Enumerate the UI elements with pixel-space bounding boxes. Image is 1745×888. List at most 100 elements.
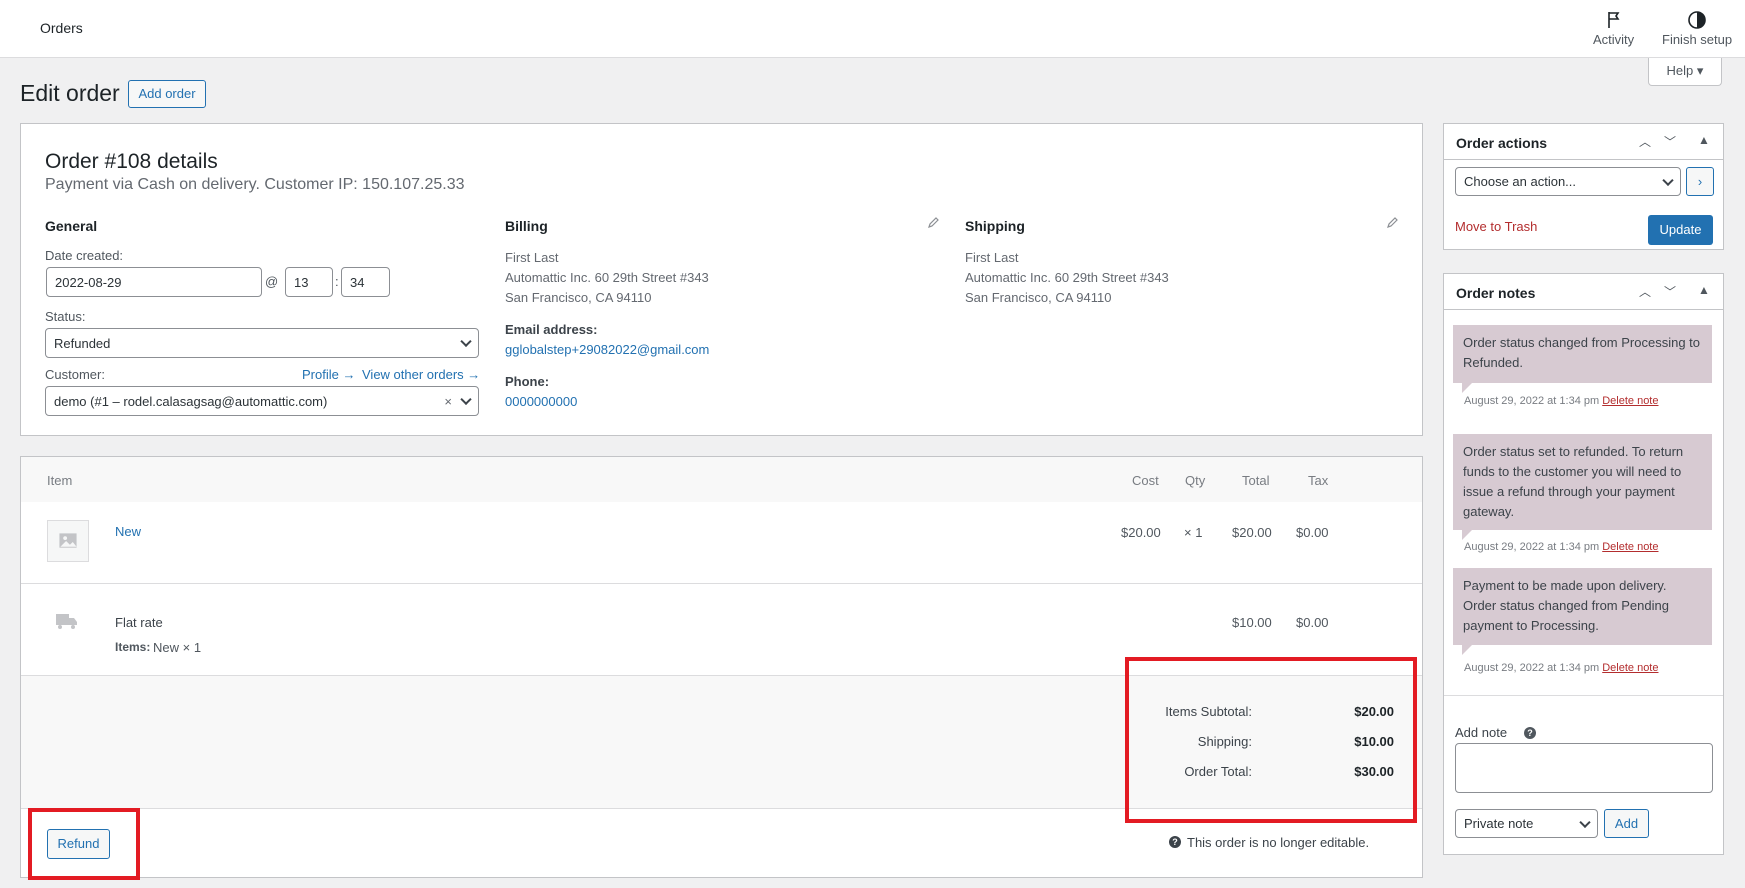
shipping-heading: Shipping	[965, 218, 1025, 234]
at-sign: @	[265, 274, 279, 289]
chevron-down-icon	[1662, 174, 1674, 186]
product-cost: $20.00	[1121, 525, 1161, 540]
customer-select[interactable]: demo (#1 – rodel.calasagsag@automattic.c…	[45, 386, 479, 416]
product-thumbnail	[47, 520, 89, 562]
order-subheading: Payment via Cash on delivery. Customer I…	[45, 176, 465, 193]
shipping-items-label: Items:	[115, 640, 151, 654]
product-total: $20.00	[1232, 525, 1272, 540]
image-placeholder-icon	[59, 533, 77, 548]
move-up-icon[interactable]: ︿	[1639, 283, 1651, 300]
not-editable-text: This order is no longer editable.	[1187, 835, 1370, 850]
billing-phone-link[interactable]: 0000000000	[505, 394, 577, 409]
shipping-address-line2: San Francisco, CA 94110	[965, 290, 1112, 305]
customer-value: demo (#1 – rodel.calasagsag@automattic.c…	[54, 393, 328, 409]
help-tip-icon[interactable]: ?	[1524, 727, 1536, 739]
billing-address-line2: San Francisco, CA 94110	[505, 290, 652, 305]
customer-label: Customer:	[45, 367, 105, 382]
order-notes-header: Order notes ︿ ﹀ ▲	[1444, 274, 1723, 310]
note-date: August 29, 2022 at 1:34 pm	[1464, 395, 1600, 407]
add-order-button[interactable]: Add order	[128, 80, 206, 108]
move-to-trash-link[interactable]: Move to Trash	[1455, 219, 1537, 234]
help-tab[interactable]: Help ▾	[1648, 58, 1722, 86]
order-actions-box: Order actions ︿ ﹀ ▲ Choose an action... …	[1443, 123, 1724, 250]
note-date: August 29, 2022 at 1:34 pm	[1464, 662, 1600, 674]
time-colon: :	[335, 274, 339, 289]
order-note: Payment to be made upon delivery. Order …	[1453, 568, 1712, 645]
order-notes-title: Order notes	[1456, 285, 1536, 301]
status-select[interactable]: Refunded	[45, 328, 479, 358]
move-down-icon[interactable]: ﹀	[1664, 283, 1676, 300]
flag-icon	[1607, 12, 1620, 28]
order-action-select[interactable]: Choose an action...	[1455, 167, 1681, 196]
chevron-down-icon	[1579, 816, 1591, 828]
edit-billing-icon[interactable]	[927, 217, 939, 229]
note-meta: August 29, 2022 at 1:34 pm Delete note	[1464, 541, 1658, 553]
collapse-icon[interactable]: ▲	[1698, 133, 1710, 147]
item-column-header: Item	[47, 473, 73, 488]
delete-note-link[interactable]: Delete note	[1602, 541, 1658, 553]
help-label: Help	[1666, 63, 1694, 78]
delete-note-link[interactable]: Delete note	[1602, 395, 1658, 407]
collapse-icon[interactable]: ▲	[1698, 283, 1710, 297]
activity-label: Activity	[1593, 32, 1635, 47]
not-editable-notice: ? This order is no longer editable.	[1169, 835, 1370, 850]
note-tail	[1462, 530, 1472, 540]
order-note: Order status changed from Processing to …	[1453, 325, 1712, 383]
edit-shipping-icon[interactable]	[1386, 217, 1398, 229]
qty-column-header: Qty	[1185, 473, 1206, 488]
status-value: Refunded	[54, 335, 111, 351]
activity-button[interactable]: Activity	[1593, 10, 1634, 47]
row-divider	[21, 583, 1422, 584]
move-up-icon[interactable]: ︿	[1639, 133, 1651, 150]
date-created-input[interactable]: 2022-08-29	[46, 267, 262, 297]
chevron-down-icon	[460, 335, 472, 348]
finish-setup-label: Finish setup	[1662, 32, 1733, 47]
billing-heading: Billing	[505, 218, 548, 234]
status-label: Status:	[45, 309, 86, 324]
product-name-link[interactable]: New	[115, 524, 141, 539]
note-tail	[1462, 645, 1472, 655]
truck-icon	[56, 614, 77, 629]
update-button[interactable]: Update	[1648, 215, 1713, 245]
finish-setup-button[interactable]: Finish setup	[1662, 10, 1732, 47]
billing-name: First Last	[505, 250, 559, 265]
order-action-value: Choose an action...	[1464, 174, 1577, 189]
order-notes-box: Order notes ︿ ﹀ ▲ Order status changed f…	[1443, 273, 1724, 855]
profile-link[interactable]: Profile →	[302, 367, 355, 382]
order-heading: Order #108 details	[45, 150, 218, 173]
chevron-right-icon: ›	[1697, 174, 1703, 189]
add-note-button[interactable]: Add	[1604, 809, 1649, 838]
clear-icon[interactable]: ×	[444, 394, 452, 409]
cost-column-header: Cost	[1132, 473, 1159, 488]
product-tax: $0.00	[1296, 525, 1329, 540]
move-down-icon[interactable]: ﹀	[1664, 133, 1676, 150]
email-label: Email address:	[505, 322, 598, 337]
view-other-orders-link[interactable]: View other orders →	[362, 367, 480, 382]
phone-label: Phone:	[505, 374, 550, 389]
minute-input[interactable]: 34	[341, 267, 390, 297]
general-heading: General	[45, 218, 98, 234]
date-created-label: Date created:	[45, 248, 124, 263]
items-table-header: Item Cost Qty Total Tax	[21, 457, 1422, 502]
order-note: Order status set to refunded. To return …	[1453, 434, 1712, 530]
hour-input[interactable]: 13	[285, 267, 333, 297]
shipping-method-name: Flat rate	[115, 615, 163, 630]
add-note-textarea[interactable]	[1455, 743, 1713, 793]
billing-address-line1: Automattic Inc. 60 29th Street #343	[505, 270, 709, 285]
apply-action-button[interactable]: ›	[1686, 167, 1714, 196]
shipping-address-line1: Automattic Inc. 60 29th Street #343	[965, 270, 1169, 285]
page-section-title: Orders	[40, 20, 83, 36]
help-icon: ?	[1169, 836, 1181, 848]
note-tail	[1462, 383, 1472, 393]
delete-note-link[interactable]: Delete note	[1602, 662, 1658, 674]
billing-email-link[interactable]: gglobalstep+29082022@gmail.com	[505, 342, 709, 357]
contrast-icon	[1688, 11, 1706, 29]
page-title: Edit order	[20, 80, 120, 106]
order-actions-header: Order actions ︿ ﹀ ▲	[1444, 124, 1723, 160]
chevron-down-icon	[460, 393, 472, 406]
product-qty: × 1	[1184, 525, 1203, 540]
caret-down-icon: ▾	[1696, 63, 1704, 78]
note-type-value: Private note	[1464, 816, 1534, 831]
note-type-select[interactable]: Private note	[1455, 809, 1598, 838]
shipping-name: First Last	[965, 250, 1019, 265]
